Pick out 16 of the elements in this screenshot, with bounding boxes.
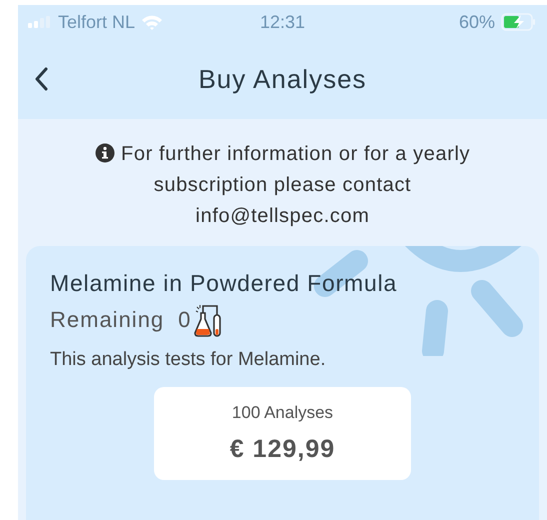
info-message: For further information or for a yearly subscription please contact info@tellspec.com <box>66 139 499 232</box>
signal-icon <box>28 16 52 28</box>
product-description: This analysis tests for Melamine. <box>50 349 327 371</box>
remaining-count: 0 <box>178 307 192 333</box>
product-name: Melamine in Powdered Formula <box>50 270 398 297</box>
info-icon <box>94 143 115 163</box>
clock-time: 12:31 <box>260 12 306 32</box>
back-chevron-icon <box>34 67 48 91</box>
remaining-label: Remaining <box>50 307 164 333</box>
lab-flask-icon <box>193 303 224 337</box>
carrier-name: Telfort NL <box>58 12 136 32</box>
package-option[interactable]: 100 Analyses € 129,99 <box>154 387 411 480</box>
battery-percent: 60% <box>458 12 495 32</box>
page-title: Buy Analyses <box>198 64 367 94</box>
wifi-icon <box>141 14 164 30</box>
battery-icon <box>501 13 537 31</box>
